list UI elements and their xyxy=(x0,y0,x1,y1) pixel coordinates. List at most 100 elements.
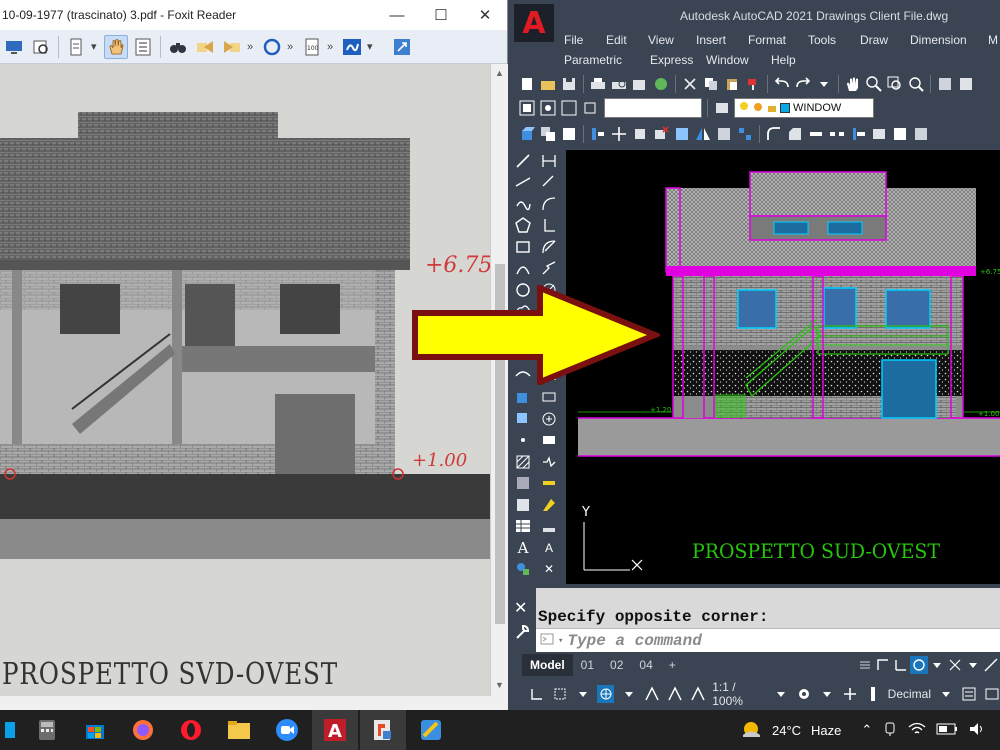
file-explorer-icon[interactable] xyxy=(216,710,262,750)
multiline-text-icon[interactable]: A xyxy=(512,537,534,559)
aligned-dimension-icon[interactable] xyxy=(538,172,560,194)
weather-description[interactable]: Haze xyxy=(811,723,841,738)
more-tools-icon[interactable]: » xyxy=(247,41,257,53)
publish-icon[interactable] xyxy=(631,75,649,93)
foxit-reader-taskbar-icon[interactable] xyxy=(360,710,406,750)
line-icon[interactable] xyxy=(512,150,534,172)
volume-icon[interactable] xyxy=(968,721,986,740)
zoom-all-icon[interactable] xyxy=(560,99,578,117)
foxit-title-bar[interactable]: 10-09-1977 (trascinato) 3.pdf - Foxit Re… xyxy=(0,0,507,30)
copy-objects-icon[interactable] xyxy=(539,125,557,143)
units-value[interactable]: Decimal xyxy=(888,687,931,701)
rotate-icon[interactable] xyxy=(631,125,649,143)
move-icon[interactable] xyxy=(610,125,628,143)
menu-format[interactable]: Format xyxy=(748,33,786,47)
previous-page-icon[interactable] xyxy=(193,35,217,59)
table-icon[interactable] xyxy=(512,516,534,538)
block-icon[interactable] xyxy=(560,125,578,143)
region-icon[interactable] xyxy=(512,494,534,516)
gradient-icon[interactable] xyxy=(512,473,534,495)
close-button[interactable]: ✕ xyxy=(463,0,507,30)
dropdown-chevron-icon[interactable] xyxy=(773,685,790,703)
autocad-taskbar-icon[interactable]: A xyxy=(312,710,358,750)
zoom-percent-icon[interactable]: 100 xyxy=(300,35,324,59)
offset-icon[interactable] xyxy=(715,125,733,143)
dimension-style-icon[interactable]: A xyxy=(538,537,560,559)
more-tools-icon[interactable]: » xyxy=(327,41,337,53)
match-properties-icon[interactable] xyxy=(744,75,762,93)
recent-commands-chevron-icon[interactable]: ▾ xyxy=(558,636,563,646)
menu-parametric[interactable]: Parametric xyxy=(564,53,622,67)
arc-icon[interactable] xyxy=(512,258,534,280)
annotation-scale-value[interactable]: 1:1 / 100% xyxy=(712,680,766,708)
break-icon[interactable] xyxy=(828,125,846,143)
chamfer-icon[interactable] xyxy=(786,125,804,143)
tab-layout-02[interactable]: 02 xyxy=(602,654,631,676)
extend-icon[interactable] xyxy=(849,125,867,143)
design-center-icon[interactable] xyxy=(957,75,975,93)
dropdown-chevron-icon[interactable] xyxy=(928,656,946,674)
erase-icon[interactable] xyxy=(652,125,670,143)
opera-icon[interactable] xyxy=(168,710,214,750)
print-icon[interactable] xyxy=(589,75,607,93)
pan-icon[interactable] xyxy=(844,75,862,93)
isodraft-icon[interactable] xyxy=(982,656,1000,674)
menu-window[interactable]: Window xyxy=(706,53,749,67)
explode-icon[interactable] xyxy=(673,125,691,143)
selection-cycling-icon[interactable] xyxy=(551,685,568,703)
scale-icon[interactable] xyxy=(891,125,909,143)
menu-insert[interactable]: Insert xyxy=(696,33,726,47)
wifi-icon[interactable] xyxy=(908,721,926,740)
zoom-realtime-icon[interactable] xyxy=(865,75,883,93)
redo-icon[interactable] xyxy=(794,75,812,93)
auto-scale-icon[interactable] xyxy=(666,685,683,703)
copy-icon[interactable] xyxy=(702,75,720,93)
battery-icon[interactable] xyxy=(936,722,958,739)
arc-length-icon[interactable] xyxy=(538,193,560,215)
more-tools-icon[interactable]: » xyxy=(287,41,297,53)
page-icon[interactable] xyxy=(64,35,88,59)
dropdown-chevron-icon[interactable] xyxy=(574,685,591,703)
autocad-application-menu-button[interactable]: A xyxy=(514,4,554,42)
zoom-extents-icon[interactable] xyxy=(539,99,557,117)
layer-combo[interactable]: WINDOW xyxy=(734,98,874,118)
dimension-text-edit-icon[interactable] xyxy=(538,494,560,516)
foxit-sign-icon[interactable] xyxy=(340,35,364,59)
meet-now-icon[interactable] xyxy=(882,721,898,740)
array-icon[interactable] xyxy=(736,125,754,143)
save-icon[interactable] xyxy=(560,75,578,93)
scan-icon[interactable] xyxy=(29,35,53,59)
rectangle-icon[interactable] xyxy=(512,236,534,258)
tab-layout-04[interactable]: 04 xyxy=(631,654,660,676)
3d-box-icon[interactable] xyxy=(518,125,536,143)
tab-layout-01[interactable]: 01 xyxy=(573,654,602,676)
dropdown-chevron-icon[interactable] xyxy=(620,685,637,703)
mirror-icon[interactable] xyxy=(694,125,712,143)
gizmo-icon[interactable] xyxy=(597,685,615,703)
quick-properties-icon[interactable] xyxy=(960,685,977,703)
undo-icon[interactable] xyxy=(773,75,791,93)
insert-block-icon[interactable] xyxy=(512,387,534,409)
customize-wrench-icon[interactable] xyxy=(514,624,530,645)
polyline-icon[interactable] xyxy=(512,193,534,215)
dimension-update-icon[interactable] xyxy=(538,516,560,538)
annotation-visibility-icon[interactable] xyxy=(643,685,660,703)
dropdown-chevron-icon[interactable] xyxy=(815,75,833,93)
jogged-dimension-icon[interactable] xyxy=(538,258,560,280)
weather-temperature[interactable]: 24°C xyxy=(772,723,801,738)
polygon-icon[interactable] xyxy=(512,215,534,237)
menu-tools[interactable]: Tools xyxy=(808,33,836,47)
microsoft-store-icon[interactable] xyxy=(72,710,118,750)
radius-dimension-icon[interactable] xyxy=(538,236,560,258)
firefox-icon[interactable] xyxy=(120,710,166,750)
construction-line-icon[interactable] xyxy=(512,172,534,194)
dimension-edit-icon[interactable] xyxy=(538,473,560,495)
next-page-icon[interactable] xyxy=(220,35,244,59)
annotation-scale-icon[interactable] xyxy=(689,685,706,703)
make-block-icon[interactable] xyxy=(512,408,534,430)
fillet-icon[interactable] xyxy=(765,125,783,143)
paste-icon[interactable] xyxy=(723,75,741,93)
layer-properties-icon[interactable] xyxy=(713,99,731,117)
hatch-icon[interactable] xyxy=(512,451,534,473)
tab-model[interactable]: Model xyxy=(522,654,573,676)
